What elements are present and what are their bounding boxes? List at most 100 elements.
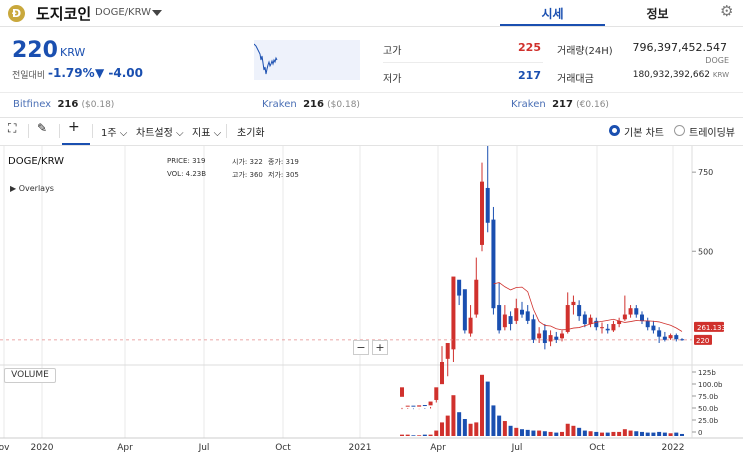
low-label: 저가	[383, 74, 402, 85]
sparkline-chart	[254, 40, 360, 80]
volume-24h-value: 796,397,452.547	[632, 41, 727, 54]
candle-body	[520, 309, 524, 315]
x-tick-label: Jul	[511, 443, 523, 453]
volume-bar	[588, 431, 593, 436]
candle-body	[611, 324, 616, 331]
volume-bar	[645, 432, 650, 436]
volume-bar	[594, 431, 599, 436]
x-tick-label: 2021	[349, 443, 372, 453]
volume-bar	[548, 431, 553, 436]
volume-tick-label: 50.0b	[698, 405, 719, 413]
exchange-kraken-eur: Kraken 217 (€0.16)	[511, 99, 609, 110]
reset-button[interactable]: 초기화	[237, 124, 265, 139]
candle-body	[468, 317, 473, 334]
volume-unit: DOGE	[705, 56, 729, 65]
price-chart[interactable]: ov 2020 Apr Jul Oct 2021 Apr Jul Oct 2022 750 500 12…	[0, 146, 743, 458]
x-tick-label: 2020	[31, 443, 54, 453]
tradingview-radio[interactable]	[674, 125, 685, 136]
volume-bar	[662, 432, 667, 436]
volume-bar	[525, 429, 530, 436]
candle-body	[405, 405, 410, 407]
volume-tick-label: 75.0b	[698, 393, 719, 401]
volume-bar	[451, 395, 456, 436]
candle-body	[577, 305, 582, 317]
volume-bar	[417, 435, 422, 436]
candle-body	[588, 317, 593, 325]
volume-bar	[400, 434, 404, 436]
volume-bar	[440, 422, 444, 436]
volume-bar	[491, 405, 496, 436]
candle-body	[582, 314, 587, 325]
volume-bar	[640, 431, 644, 436]
candle-body	[657, 330, 662, 337]
tradingview-label[interactable]: 트레이딩뷰	[689, 124, 735, 139]
volume-bar	[462, 419, 467, 436]
candle-body	[491, 219, 496, 309]
volume-tick-label: 0	[698, 429, 702, 437]
coin-name[interactable]: 도지코인	[36, 3, 91, 24]
chart-settings-select[interactable]: 차트설정 ⌵	[136, 124, 184, 139]
indicators-select[interactable]: 지표 ⌵	[192, 124, 221, 139]
candle-body	[662, 336, 667, 340]
basic-chart-label[interactable]: 기본 차트	[624, 124, 664, 139]
chevron-down-icon[interactable]	[152, 10, 162, 16]
candle-body	[508, 316, 513, 325]
high-value: 225	[518, 41, 541, 54]
tab-price[interactable]: 시세	[500, 5, 605, 22]
volume-bar	[617, 431, 622, 436]
volume-tick-label: 25.0b	[698, 417, 719, 425]
x-tick-label: Apr	[430, 443, 446, 453]
volume-bar	[571, 425, 576, 436]
candle-body	[622, 314, 627, 320]
x-tick-label: ov	[0, 443, 10, 453]
period-select[interactable]: 1주 ⌵	[101, 124, 127, 139]
x-tick-label: Apr	[117, 443, 133, 453]
candle-body	[440, 362, 444, 385]
overlays-toggle[interactable]: ▶ Overlays	[10, 184, 54, 193]
volume-panel-label: VOLUME	[4, 368, 56, 383]
pencil-icon[interactable]: ✎	[37, 121, 47, 135]
volume-bar	[520, 429, 524, 436]
high-label: 고가	[383, 46, 402, 57]
volume-bar	[468, 423, 473, 436]
candle-body	[634, 308, 639, 315]
candle-body	[457, 279, 462, 296]
last-price-tag-label: 220	[696, 337, 709, 345]
zoom-out-button[interactable]: −	[353, 340, 369, 355]
x-tick-label: 2022	[662, 443, 685, 453]
stats-divider	[383, 62, 543, 63]
candle-body	[554, 336, 559, 340]
zoom-in-button[interactable]: +	[372, 340, 388, 355]
candle-body	[400, 387, 404, 397]
crosshair-icon[interactable]: +	[68, 119, 80, 135]
volume-bar	[605, 432, 610, 436]
candle-body	[542, 330, 547, 344]
volume-bar	[485, 381, 490, 436]
candle-body	[485, 187, 490, 223]
trade-amount-value: 180,932,392,662 KRW	[632, 70, 729, 80]
change-amount: ▼ -4.00	[95, 66, 143, 80]
tab-info[interactable]: 정보	[610, 5, 705, 22]
volume-bar	[554, 432, 559, 436]
volume-bar	[497, 415, 502, 436]
candle-body	[628, 308, 633, 315]
gear-icon[interactable]: ⚙	[720, 2, 733, 20]
candle-body	[668, 335, 673, 339]
toolbar-separator	[59, 124, 60, 138]
low-value: 217	[518, 69, 541, 82]
candle-body	[600, 327, 604, 329]
candle-body	[417, 405, 422, 407]
volume-bar	[434, 430, 439, 436]
basic-chart-radio[interactable]	[609, 125, 620, 136]
change-label: 전일대비	[12, 71, 46, 81]
volume-bar	[622, 429, 627, 436]
candle-body	[428, 401, 433, 406]
current-price: 220	[12, 38, 58, 63]
volume-bar	[674, 432, 679, 436]
fullscreen-icon[interactable]: ⛶	[8, 121, 16, 136]
chart-symbol: DOGE/KRW	[8, 156, 64, 167]
candle-body	[480, 181, 484, 245]
candle-body	[531, 319, 536, 340]
volume-tick-label: 125b	[698, 369, 716, 377]
toolbar-separator	[28, 124, 29, 138]
